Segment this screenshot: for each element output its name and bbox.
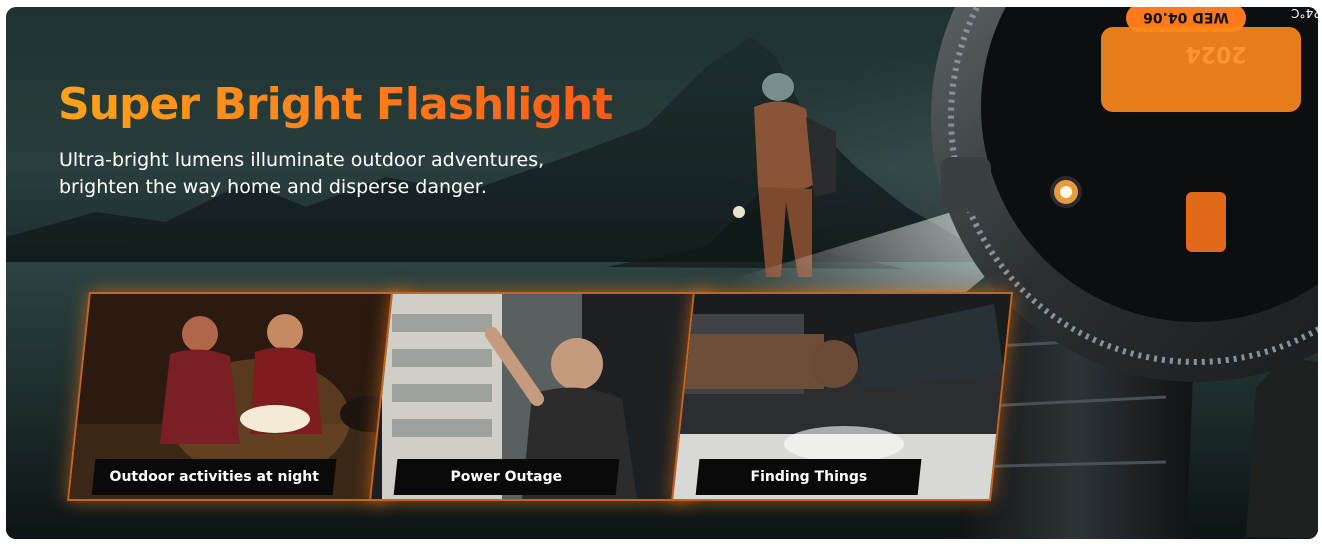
- card-power-outage: Power Outage: [369, 292, 711, 501]
- watch-date-text: WED 04.06: [1143, 9, 1229, 25]
- watch-temperature-text: 24°C: [1291, 7, 1318, 20]
- banner-title: Super Bright Flashlight: [58, 79, 613, 130]
- card-finding-things: Finding Things: [671, 292, 1013, 501]
- flashlight-banner: Super Bright Flashlight Ultra-bright lum…: [6, 7, 1318, 539]
- card-label-power-outage: Power Outage: [393, 459, 620, 495]
- banner-subtitle: Ultra-bright lumens illuminate outdoor a…: [59, 149, 545, 198]
- card-outdoor-activities: Outdoor activities at night: [67, 292, 409, 501]
- card-label-finding-things: Finding Things: [695, 459, 922, 495]
- card-label-outdoor: Outdoor activities at night: [91, 459, 337, 495]
